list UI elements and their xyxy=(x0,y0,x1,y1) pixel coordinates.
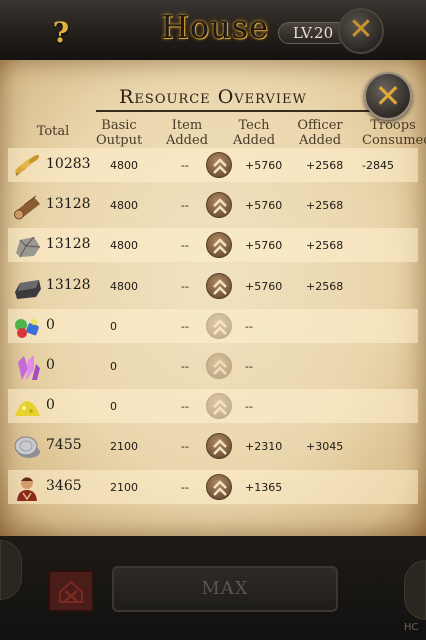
help-button[interactable]: ? xyxy=(42,16,80,50)
officer-added-cell: +2568 xyxy=(306,280,344,293)
header-officer-added: Officer Added xyxy=(297,118,343,148)
double-chevron-up-icon xyxy=(213,439,227,455)
boost-button[interactable] xyxy=(206,273,232,299)
building-close-button[interactable]: ✕ xyxy=(338,8,384,54)
gems-icon xyxy=(12,312,42,340)
item-added-cell: -- xyxy=(181,481,189,494)
table-row: 13128 4800 -- +5760 +2568 xyxy=(8,228,418,262)
item-added-cell: -- xyxy=(181,159,189,172)
basic-output-cell: 0 xyxy=(110,400,117,413)
panel-close-button[interactable]: ✕ xyxy=(364,72,412,120)
header-basic-output: Basic Output xyxy=(96,118,143,148)
tech-added-cell: +2310 xyxy=(245,440,283,453)
item-added-cell: -- xyxy=(181,280,189,293)
max-button[interactable]: MAX xyxy=(112,566,338,612)
item-added-cell: -- xyxy=(181,239,189,252)
double-chevron-up-icon xyxy=(213,238,227,254)
officer-added-cell: +2568 xyxy=(306,239,344,252)
silver-icon xyxy=(12,432,42,460)
total-cell: 13128 xyxy=(46,236,91,252)
basic-output-cell: 0 xyxy=(110,360,117,373)
right-scroll-handle xyxy=(404,560,426,620)
boost-button[interactable] xyxy=(206,393,232,419)
tech-added-cell: +5760 xyxy=(245,159,283,172)
basic-output-cell: 0 xyxy=(110,320,117,333)
total-cell: 0 xyxy=(46,317,55,333)
double-chevron-up-icon xyxy=(213,480,227,496)
double-chevron-up-icon xyxy=(213,319,227,335)
item-added-cell: -- xyxy=(181,320,189,333)
table-row: 13128 4800 -- +5760 +2568 xyxy=(8,269,418,303)
double-chevron-up-icon xyxy=(213,198,227,214)
boost-button[interactable] xyxy=(206,313,232,339)
boost-button[interactable] xyxy=(206,232,232,258)
total-cell: 0 xyxy=(46,397,55,413)
item-added-cell: -- xyxy=(181,400,189,413)
header-tech-added: Tech Added xyxy=(232,118,276,148)
total-cell: 7455 xyxy=(46,437,82,453)
tech-added-cell: -- xyxy=(245,400,253,413)
table-row: 7455 2100 -- +2310 +3045 xyxy=(8,429,418,463)
stone-icon xyxy=(12,231,42,259)
header-item-added: Item Added xyxy=(165,118,209,148)
boost-button[interactable] xyxy=(206,474,232,500)
basic-output-cell: 2100 xyxy=(110,481,138,494)
demolish-button[interactable] xyxy=(48,570,94,612)
tech-added-cell: +1365 xyxy=(245,481,283,494)
basic-output-cell: 4800 xyxy=(110,159,138,172)
item-added-cell: -- xyxy=(181,360,189,373)
item-added-cell: -- xyxy=(181,199,189,212)
double-chevron-up-icon xyxy=(213,279,227,295)
title-divider xyxy=(96,110,372,112)
officer-added-cell: +2568 xyxy=(306,159,344,172)
basic-output-cell: 4800 xyxy=(110,239,138,252)
item-added-cell: -- xyxy=(181,440,189,453)
population-icon xyxy=(12,473,42,501)
iron-icon xyxy=(12,272,42,300)
tech-added-cell: +5760 xyxy=(245,199,283,212)
house-demolish-icon xyxy=(59,580,83,603)
tech-added-cell: +5760 xyxy=(245,280,283,293)
boost-button[interactable] xyxy=(206,192,232,218)
building-title: House xyxy=(160,8,270,46)
table-row: 0 0 -- -- xyxy=(8,389,418,423)
table-row: 10283 4800 -- +5760 +2568 -2845 xyxy=(8,148,418,182)
total-cell: 0 xyxy=(46,357,55,373)
troops-consumed-cell: -2845 xyxy=(362,159,394,172)
sulfur-icon xyxy=(12,392,42,420)
boost-button[interactable] xyxy=(206,353,232,379)
total-cell: 13128 xyxy=(46,196,91,212)
table-row: 0 0 -- -- xyxy=(8,309,418,343)
double-chevron-up-icon xyxy=(213,158,227,174)
crystal-icon xyxy=(12,352,42,380)
table-row: 3465 2100 -- +1365 xyxy=(8,470,418,504)
double-chevron-up-icon xyxy=(213,399,227,415)
tech-added-cell: +5760 xyxy=(245,239,283,252)
total-cell: 3465 xyxy=(46,478,82,494)
total-cell: 13128 xyxy=(46,277,91,293)
officer-added-cell: +3045 xyxy=(306,440,344,453)
boost-button[interactable] xyxy=(206,152,232,178)
header-troops-consumed: Troops Consumed xyxy=(362,118,426,148)
wheat-icon xyxy=(12,151,42,179)
table-row: 13128 4800 -- +5760 +2568 xyxy=(8,188,418,222)
header-total: Total xyxy=(36,124,70,139)
boost-button[interactable] xyxy=(206,433,232,459)
basic-output-cell: 4800 xyxy=(110,199,138,212)
table-row: 0 0 -- -- xyxy=(8,349,418,383)
edge-label: HC xyxy=(404,622,419,633)
log-icon xyxy=(12,191,42,220)
basic-output-cell: 2100 xyxy=(110,440,138,453)
total-cell: 10283 xyxy=(46,156,91,172)
tech-added-cell: -- xyxy=(245,360,253,373)
basic-output-cell: 4800 xyxy=(110,280,138,293)
panel-title: Resource Overview xyxy=(119,86,307,108)
double-chevron-up-icon xyxy=(213,359,227,375)
officer-added-cell: +2568 xyxy=(306,199,344,212)
tech-added-cell: -- xyxy=(245,320,253,333)
